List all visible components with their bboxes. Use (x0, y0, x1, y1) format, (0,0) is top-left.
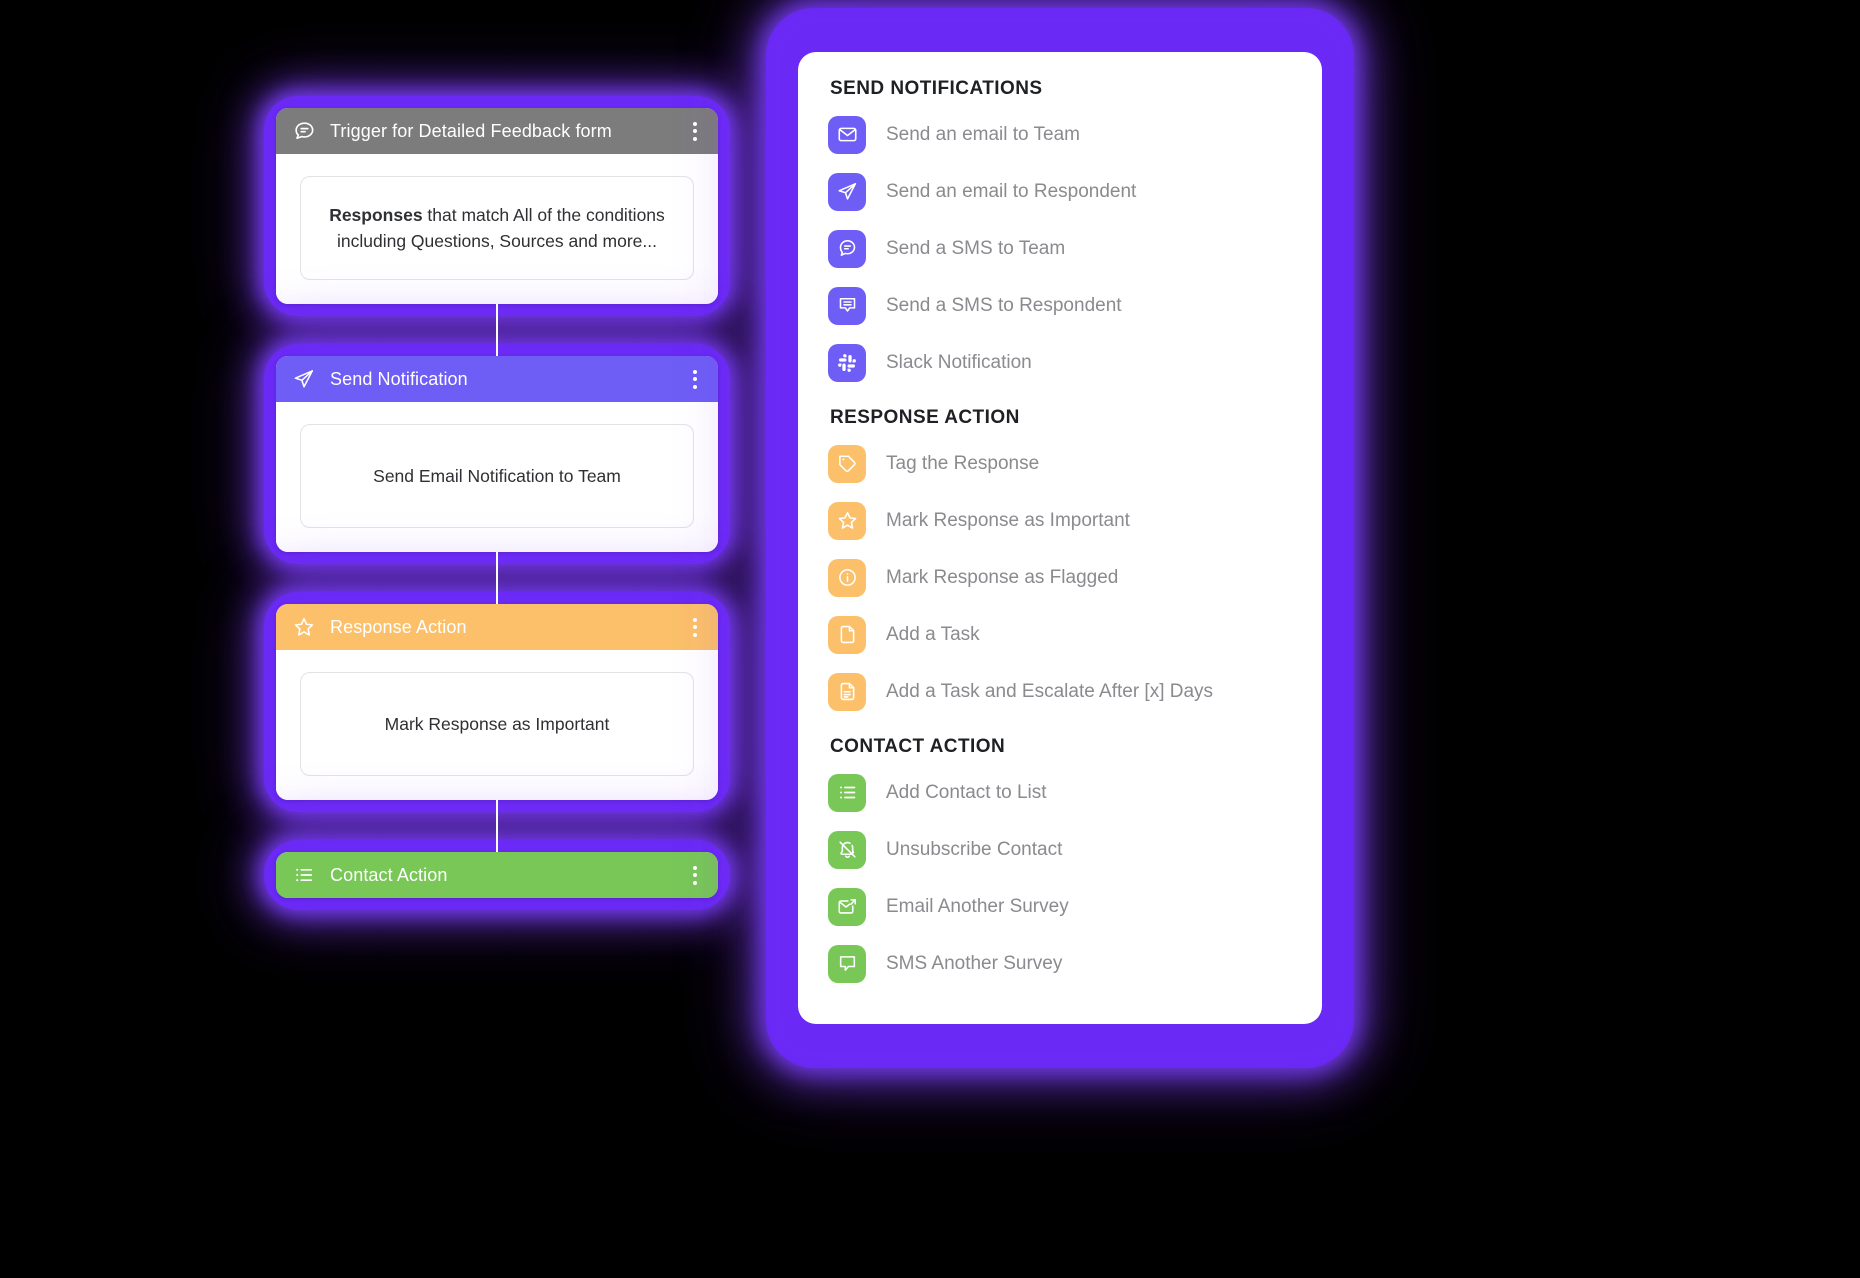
connector-line-3 (496, 800, 498, 852)
card-body-trigger: Responses that match All of the conditio… (276, 154, 718, 304)
palette-item-label: Send a SMS to Respondent (886, 294, 1122, 316)
palette-item-label: Add Contact to List (886, 781, 1047, 803)
card-body-send-notification: Send Email Notification to Team (276, 402, 718, 552)
palette-item-email-another-survey[interactable]: Email Another Survey (828, 878, 1292, 935)
palette-item-label: Email Another Survey (886, 895, 1069, 917)
palette-item-label: Slack Notification (886, 351, 1032, 373)
kebab-menu-icon[interactable] (686, 119, 704, 143)
paper-plane-icon (828, 172, 866, 211)
palette-item-label: Mark Response as Important (886, 509, 1130, 531)
palette-item-add-a-task[interactable]: Add a Task (828, 606, 1292, 663)
tag-icon (828, 444, 866, 483)
chat-bubble-lines-icon (292, 119, 316, 143)
paper-plane-icon (292, 367, 316, 391)
kebab-menu-icon[interactable] (686, 863, 704, 887)
palette-item-label: Tag the Response (886, 452, 1040, 474)
palette-item-slack-notification[interactable]: Slack Notification (828, 334, 1292, 391)
card-title: Contact Action (330, 864, 448, 885)
file-lines-icon (828, 672, 866, 711)
section-title-response-action: RESPONSE ACTION (830, 407, 1020, 428)
list-icon (292, 863, 316, 887)
card-header-send-notification: Send Notification (276, 356, 718, 402)
response-action-text: Mark Response as Important (384, 713, 610, 734)
card-title: Response Action (330, 616, 467, 637)
file-blank-icon (828, 615, 866, 654)
envelope-arrow-icon (828, 887, 866, 926)
palette-item-send-email-to-team[interactable]: Send an email to Team (828, 106, 1292, 163)
message-square-lines-icon (828, 286, 866, 325)
workflow-card-send-notification[interactable]: Send Notification Send Email Notificatio… (276, 356, 718, 552)
palette-item-label: Unsubscribe Contact (886, 838, 1063, 860)
palette-item-label: Send a SMS to Team (886, 237, 1066, 259)
send-notification-action-text: Send Email Notification to Team (373, 465, 621, 486)
workflow-card-contact-action[interactable]: Contact Action (276, 852, 718, 898)
kebab-menu-icon[interactable] (686, 615, 704, 639)
card-title: Send Notification (330, 368, 468, 389)
star-icon (292, 615, 316, 639)
palette-item-send-sms-to-respondent[interactable]: Send a SMS to Respondent (828, 277, 1292, 334)
star-icon (828, 501, 866, 540)
card-header-trigger: Trigger for Detailed Feedback form (276, 108, 718, 154)
palette-item-send-email-to-respondent[interactable]: Send an email to Respondent (828, 163, 1292, 220)
palette-item-mark-response-as-flagged[interactable]: Mark Response as Flagged (828, 549, 1292, 606)
workflow-card-send-notification-glow: Send Notification Send Email Notificatio… (276, 356, 718, 604)
palette-item-label: Send an email to Team (886, 123, 1080, 145)
card-title: Trigger for Detailed Feedback form (330, 120, 612, 141)
palette-item-label: Mark Response as Flagged (886, 566, 1119, 588)
slack-icon (828, 343, 866, 382)
palette-item-label: Send an email to Respondent (886, 180, 1137, 202)
palette-item-tag-the-response[interactable]: Tag the Response (828, 435, 1292, 492)
screenshot-stage: Trigger for Detailed Feedback form Respo… (0, 0, 1860, 1278)
actions-palette-panel: SEND NOTIFICATIONS Send an email to Team (798, 52, 1322, 1024)
kebab-menu-icon[interactable] (686, 367, 704, 391)
palette-item-add-a-task-and-escalate[interactable]: Add a Task and Escalate After [x] Days (828, 663, 1292, 720)
trigger-condition-bold: Responses (329, 204, 423, 225)
envelope-icon (828, 115, 866, 154)
workflow-card-response-action[interactable]: Response Action Mark Response as Importa… (276, 604, 718, 800)
workflow-card-response-action-glow: Response Action Mark Response as Importa… (276, 604, 718, 852)
workflow-chain: Trigger for Detailed Feedback form Respo… (276, 108, 718, 898)
message-square-icon (828, 944, 866, 983)
response-action-box[interactable]: Mark Response as Important (300, 672, 694, 776)
palette-item-add-contact-to-list[interactable]: Add Contact to List (828, 764, 1292, 821)
palette-item-unsubscribe-contact[interactable]: Unsubscribe Contact (828, 821, 1292, 878)
card-header-contact-action: Contact Action (276, 852, 718, 898)
palette-item-mark-response-as-important[interactable]: Mark Response as Important (828, 492, 1292, 549)
palette-item-label: SMS Another Survey (886, 952, 1063, 974)
section-title-contact-action: CONTACT ACTION (830, 736, 1006, 757)
workflow-card-trigger-glow: Trigger for Detailed Feedback form Respo… (276, 108, 718, 356)
palette-item-send-sms-to-team[interactable]: Send a SMS to Team (828, 220, 1292, 277)
workflow-card-contact-action-glow: Contact Action (276, 852, 718, 898)
section-title-send-notifications: SEND NOTIFICATIONS (830, 78, 1043, 99)
palette-section-response-action: RESPONSE ACTION Tag the Response Mark Re… (828, 407, 1292, 720)
send-notification-action-box[interactable]: Send Email Notification to Team (300, 424, 694, 528)
palette-item-label: Add a Task (886, 623, 980, 645)
trigger-condition-box[interactable]: Responses that match All of the conditio… (300, 176, 694, 280)
connector-line-2 (496, 552, 498, 604)
info-circle-icon (828, 558, 866, 597)
palette-item-sms-another-survey[interactable]: SMS Another Survey (828, 935, 1292, 992)
bell-slash-icon (828, 830, 866, 869)
connector-line-1 (496, 304, 498, 356)
palette-section-send-notifications: SEND NOTIFICATIONS Send an email to Team (828, 78, 1292, 391)
workflow-card-trigger[interactable]: Trigger for Detailed Feedback form Respo… (276, 108, 718, 304)
card-body-response-action: Mark Response as Important (276, 650, 718, 800)
palette-section-contact-action: CONTACT ACTION Add Contact to List Unsub… (828, 736, 1292, 992)
list-icon (828, 773, 866, 812)
chat-bubble-lines-icon (828, 229, 866, 268)
palette-item-label: Add a Task and Escalate After [x] Days (886, 680, 1214, 702)
card-header-response-action: Response Action (276, 604, 718, 650)
